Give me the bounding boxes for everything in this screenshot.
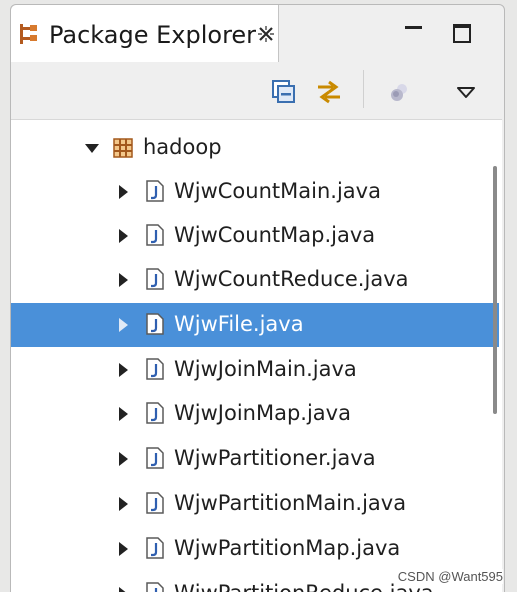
link-with-editor-icon[interactable] <box>315 79 343 109</box>
collapse-all-icon[interactable] <box>272 80 296 108</box>
file-label: WjwPartitionMap.java <box>174 536 401 560</box>
tree-file-row[interactable]: WjwJoinMain.java <box>11 348 499 392</box>
toolbar-separator <box>363 70 364 108</box>
expand-arrow-icon[interactable] <box>119 185 128 199</box>
package-tree[interactable]: hadoop WjwCountMain.java WjwCountMap.jav… <box>11 119 502 592</box>
expand-arrow-icon[interactable] <box>119 452 128 466</box>
file-label: WjwPartitionReduce.java <box>174 581 434 592</box>
expand-arrow-icon[interactable] <box>119 497 128 511</box>
expand-arrow-icon[interactable] <box>119 318 128 332</box>
expand-arrow-icon[interactable] <box>119 273 128 287</box>
vertical-scrollbar[interactable] <box>493 166 497 414</box>
expand-arrow-icon[interactable] <box>119 229 128 243</box>
package-label: hadoop <box>143 135 222 159</box>
package-icon <box>112 137 134 159</box>
minimize-icon[interactable] <box>405 26 422 29</box>
view-menu-icon[interactable] <box>457 84 475 103</box>
watermark: CSDN @Want595 <box>397 569 503 584</box>
expand-arrow-icon[interactable] <box>119 407 128 421</box>
tree-file-row[interactable]: WjwPartitioner.java <box>11 437 499 481</box>
tab-title: Package Explorer <box>49 21 257 49</box>
java-file-icon <box>146 582 164 592</box>
expand-arrow-icon[interactable] <box>119 363 128 377</box>
tree-file-row[interactable]: WjwCountMain.java <box>11 170 499 214</box>
tree-file-row[interactable]: WjwCountReduce.java <box>11 258 499 302</box>
tab-package-explorer[interactable]: Package Explorer <box>11 5 279 62</box>
maximize-icon[interactable] <box>453 24 471 43</box>
file-label: WjwFile.java <box>174 312 304 336</box>
tree-file-row[interactable]: WjwJoinMap.java <box>11 392 499 436</box>
file-label: WjwJoinMain.java <box>174 357 357 381</box>
collapse-arrow-icon[interactable] <box>85 144 99 153</box>
expand-arrow-icon[interactable] <box>119 587 128 592</box>
file-label: WjwCountMap.java <box>174 223 376 247</box>
package-explorer-icon <box>19 23 39 45</box>
java-file-icon <box>146 537 164 559</box>
package-explorer-window: Package Explorer hadoop WjwCountMain.jav… <box>0 0 517 592</box>
file-label: WjwPartitionMain.java <box>174 491 407 515</box>
tree-file-row[interactable]: WjwPartitionMain.java <box>11 482 499 526</box>
file-label: WjwCountMain.java <box>174 179 381 203</box>
file-label: WjwPartitioner.java <box>174 446 376 470</box>
java-file-icon <box>146 447 164 469</box>
close-icon[interactable] <box>257 25 275 47</box>
java-file-icon <box>146 492 164 514</box>
expand-arrow-icon[interactable] <box>119 542 128 556</box>
java-file-icon <box>146 224 164 246</box>
file-label: WjwJoinMap.java <box>174 401 351 425</box>
tree-file-row-selected[interactable]: WjwFile.java <box>11 303 499 347</box>
file-label: WjwCountReduce.java <box>174 267 409 291</box>
java-file-icon <box>146 268 164 290</box>
view-toolbar <box>11 62 502 119</box>
focus-on-active-task-icon[interactable] <box>388 82 412 108</box>
tree-package-row[interactable]: hadoop <box>11 126 499 170</box>
java-file-icon <box>146 358 164 380</box>
tree-file-row[interactable]: WjwPartitionMap.java <box>11 527 499 571</box>
java-file-icon <box>146 313 164 335</box>
tree-file-row[interactable]: WjwCountMap.java <box>11 214 499 258</box>
java-file-icon <box>146 180 164 202</box>
java-file-icon <box>146 402 164 424</box>
